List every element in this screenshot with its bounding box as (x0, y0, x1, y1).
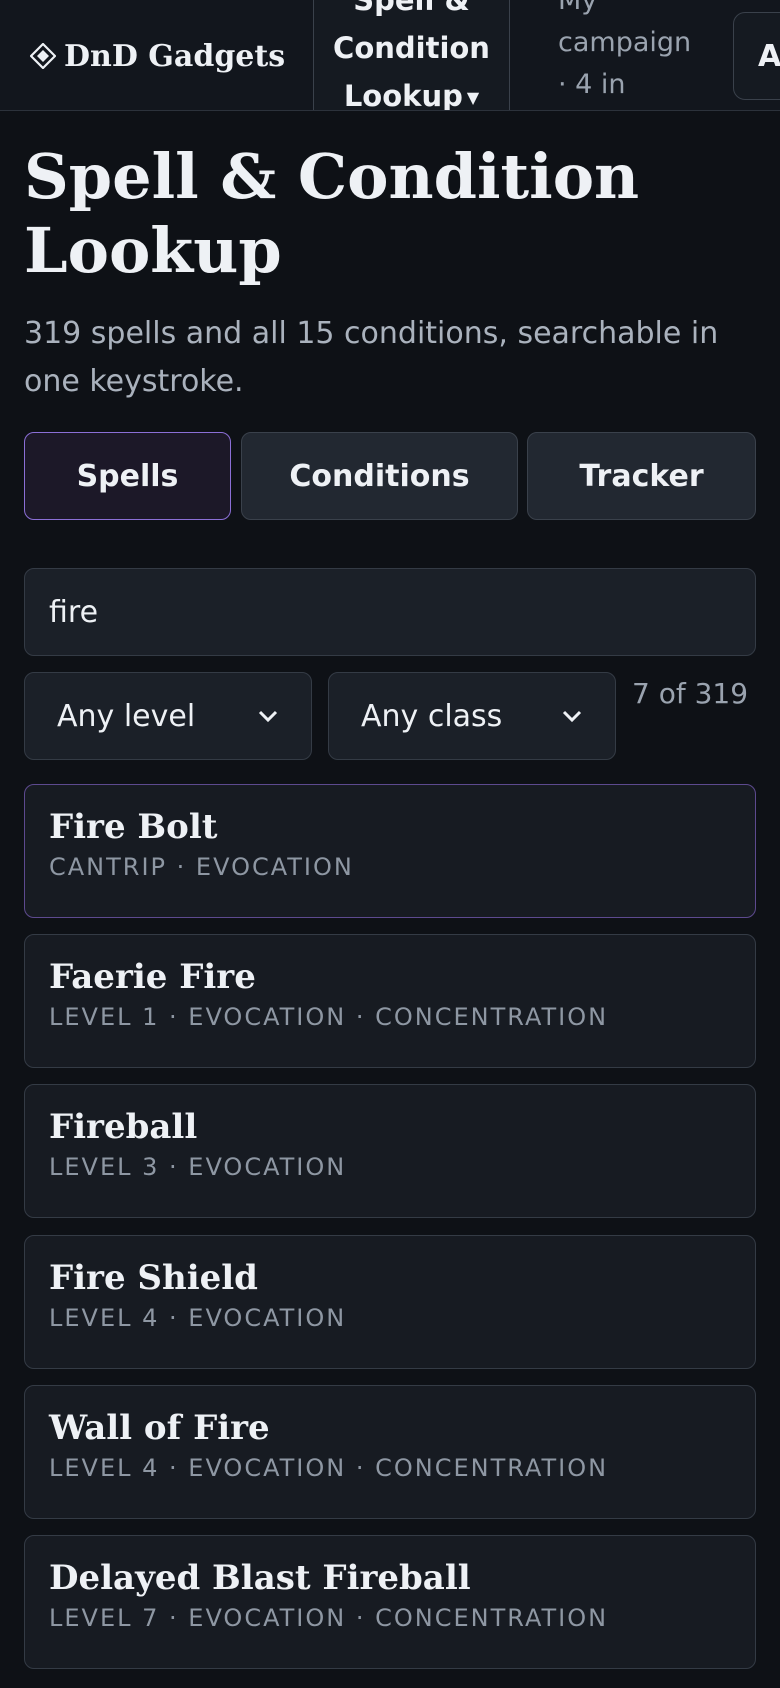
result-count: 7 of 319 (632, 677, 749, 710)
spell-name: Fireball (49, 1107, 198, 1147)
spell-card[interactable]: Wall of Fire Level 4 · Evocation · Conce… (24, 1385, 756, 1519)
chevron-down-icon (562, 710, 582, 723)
spell-name: Fire Bolt (49, 807, 218, 847)
spell-card[interactable]: Fire Shield Level 4 · Evocation (24, 1235, 756, 1369)
top-header: DnD Gadgets Spell & Condition Lookup ▼ My… (0, 0, 780, 111)
level-select-value: Any level (57, 698, 196, 734)
spell-card[interactable]: Fire Bolt Cantrip · Evocation (24, 784, 756, 918)
header-account-button[interactable]: A (733, 12, 780, 100)
tab-spells[interactable]: Spells (24, 432, 231, 520)
spell-meta: Cantrip · Evocation (49, 853, 354, 881)
brand-name: DnD Gadgets (64, 38, 286, 74)
tab-conditions[interactable]: Conditions (241, 432, 518, 520)
spell-meta: Level 3 · Evocation (49, 1153, 347, 1181)
class-select-value: Any class (361, 698, 503, 734)
spell-name: Wall of Fire (49, 1408, 270, 1448)
spell-meta: Level 4 · Evocation (49, 1304, 347, 1332)
spell-name: Fire Shield (49, 1258, 258, 1298)
diamond-icon (30, 43, 56, 69)
spell-name: Delayed Blast Fireball (49, 1558, 471, 1598)
search-input[interactable] (24, 568, 756, 656)
chevron-down-icon (258, 710, 278, 723)
spell-meta: Level 7 · Evocation · Concentration (49, 1604, 609, 1632)
page-subtitle: 319 spells and all 15 conditions, search… (24, 316, 719, 399)
brand-logo[interactable]: DnD Gadgets (30, 34, 285, 78)
spell-meta: Level 1 · Evocation · Concentration (49, 1003, 609, 1031)
level-select[interactable]: Any level (24, 672, 312, 760)
spell-name: Faerie Fire (49, 957, 256, 997)
spell-meta: Level 4 · Evocation · Concentration (49, 1454, 609, 1482)
spell-card[interactable]: Delayed Blast Fireball Level 7 · Evocati… (24, 1535, 756, 1669)
caret-down-icon: ▼ (466, 88, 480, 107)
spell-card[interactable]: Fireball Level 3 · Evocation (24, 1084, 756, 1218)
campaign-status[interactable]: My campaign · 4 in party (558, 0, 691, 110)
nav-dropdown[interactable]: Spell & Condition Lookup ▼ (313, 0, 510, 110)
page-title: Spell & Condition Lookup (24, 140, 640, 287)
class-select[interactable]: Any class (328, 672, 616, 760)
tab-tracker[interactable]: Tracker (527, 432, 756, 520)
spell-card[interactable]: Faerie Fire Level 1 · Evocation · Concen… (24, 934, 756, 1068)
